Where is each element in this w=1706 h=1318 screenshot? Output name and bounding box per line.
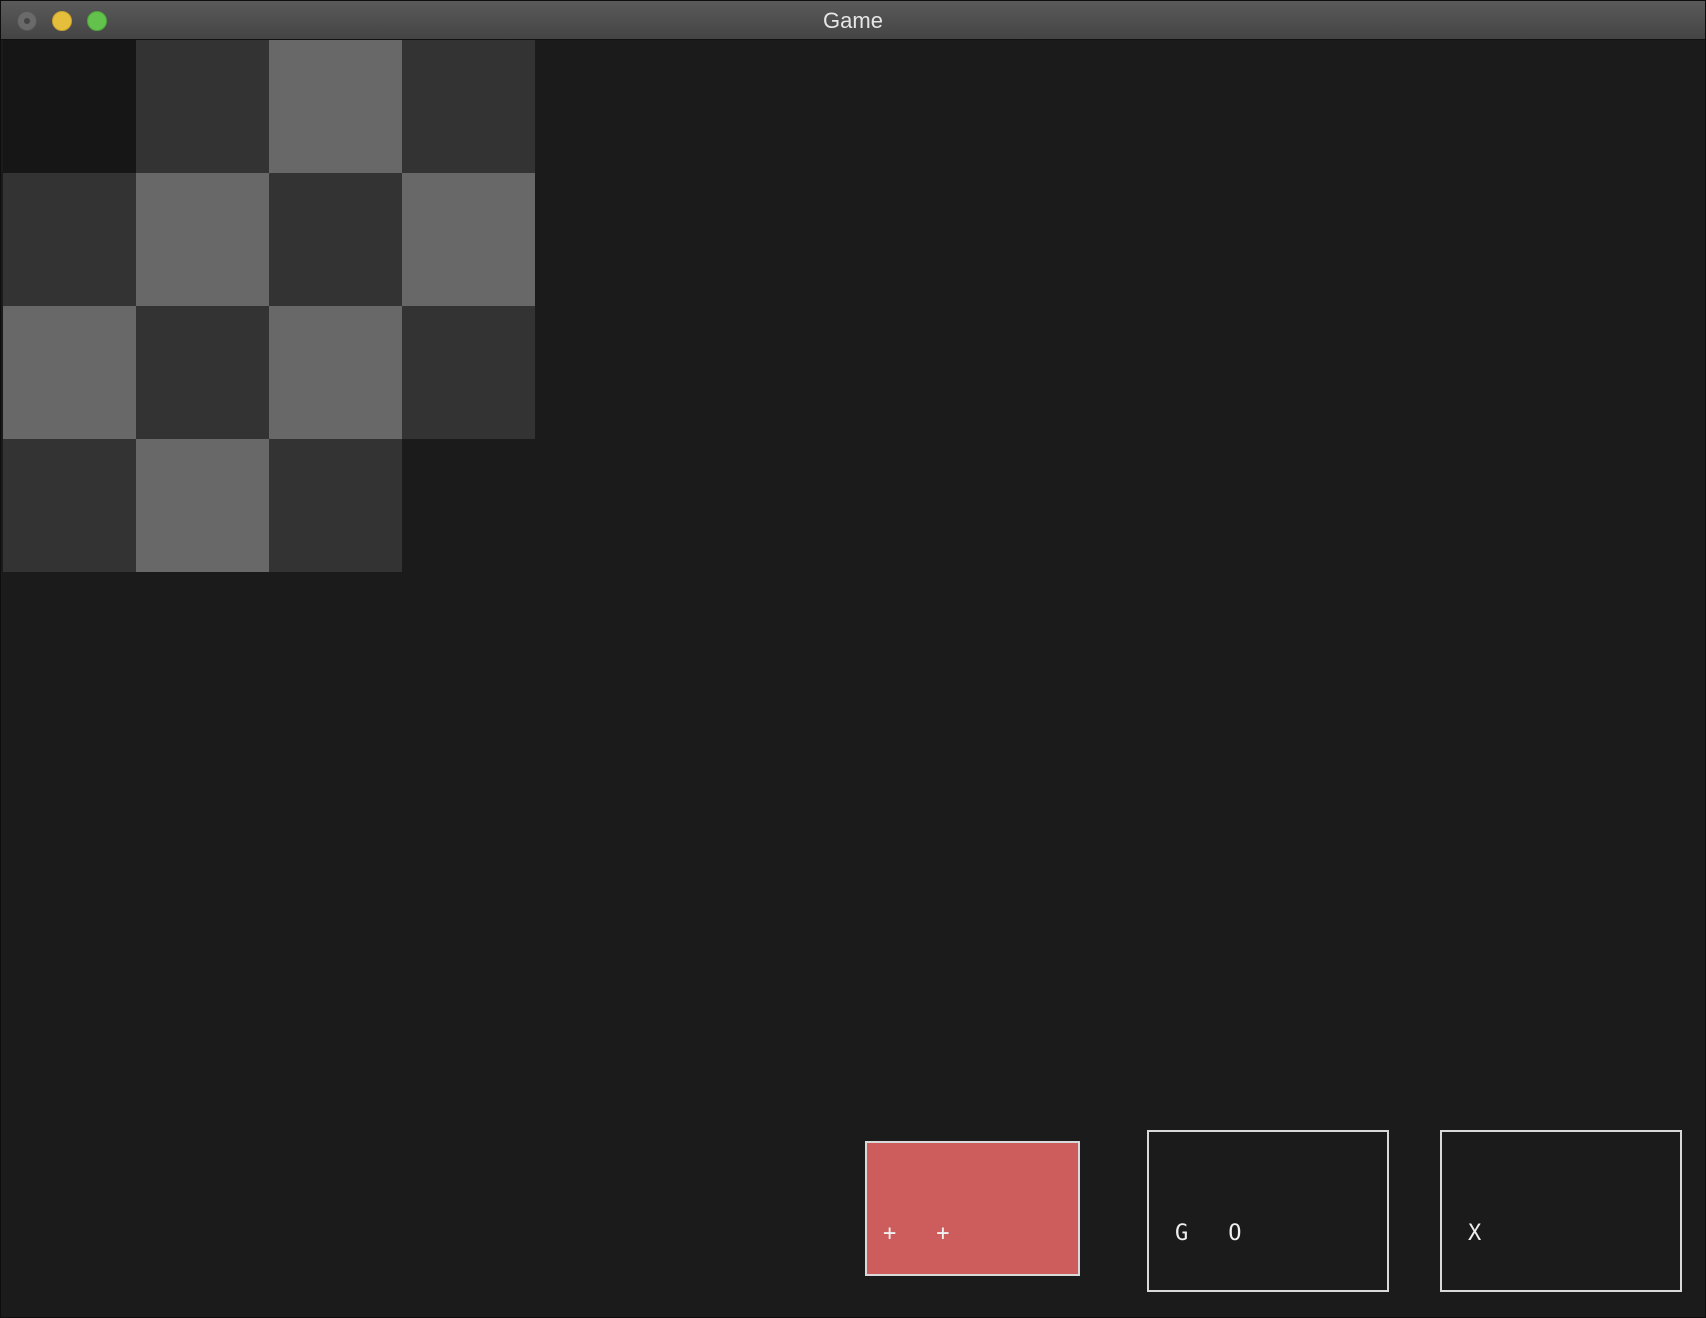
- game-board: [3, 40, 535, 572]
- board-cell-1-1[interactable]: [136, 173, 269, 306]
- board-cell-0-2[interactable]: [269, 40, 402, 173]
- board-cell-2-1[interactable]: [136, 306, 269, 439]
- board-cell-1-3[interactable]: [402, 173, 535, 306]
- go-button[interactable]: GO: [1147, 1130, 1389, 1292]
- board-cell-0-1[interactable]: [136, 40, 269, 173]
- window-title: Game: [823, 8, 883, 33]
- board-cell-0-0[interactable]: [3, 40, 136, 173]
- title-bar[interactable]: Game: [1, 1, 1705, 40]
- board-cell-3-3[interactable]: [402, 439, 535, 572]
- board-cell-2-3[interactable]: [402, 306, 535, 439]
- x-button[interactable]: X: [1440, 1130, 1682, 1292]
- board-cell-0-3[interactable]: [402, 40, 535, 173]
- x-button-label: X: [1468, 1221, 1522, 1246]
- board-cell-3-2[interactable]: [269, 439, 402, 572]
- board-cell-1-2[interactable]: [269, 173, 402, 306]
- go-button-label: GO: [1175, 1221, 1282, 1246]
- board-cell-2-0[interactable]: [3, 306, 136, 439]
- board-cell-3-0[interactable]: [3, 439, 136, 572]
- board-cell-3-1[interactable]: [136, 439, 269, 572]
- plus-button[interactable]: ++: [865, 1141, 1080, 1276]
- board-cell-1-0[interactable]: [3, 173, 136, 306]
- board-cell-2-2[interactable]: [269, 306, 402, 439]
- plus-button-label: ++: [883, 1221, 990, 1246]
- game-window: Game ++ GO X: [0, 0, 1706, 1318]
